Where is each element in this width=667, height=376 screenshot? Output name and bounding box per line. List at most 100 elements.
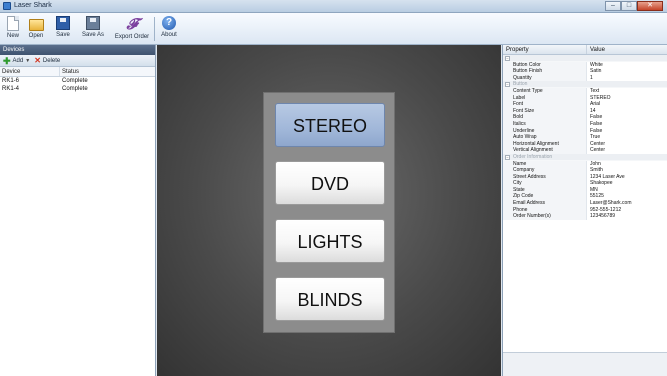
property-name: Label — [503, 94, 587, 102]
property-name: Button Color — [503, 61, 587, 69]
property-row[interactable]: Company Smith — [503, 167, 667, 174]
devices-grid-header: Device Status — [0, 67, 155, 77]
property-name: Phone — [503, 206, 587, 214]
property-value[interactable]: Satin — [587, 68, 667, 75]
property-value[interactable]: 952-555-1212 — [587, 207, 667, 214]
close-button[interactable]: ✕ — [637, 1, 663, 11]
export-order-button[interactable]: 𝓕 Export Order — [113, 15, 151, 43]
save-as-label: Save As — [81, 32, 104, 38]
property-row[interactable]: Horizontal Alignment Center — [503, 140, 667, 148]
property-grid: Property Value − Button Color White Button … — [502, 45, 667, 376]
property-row[interactable]: Email Address Laser@Shark.com — [503, 200, 667, 207]
about-button[interactable]: ? About — [158, 15, 180, 43]
new-button[interactable]: New — [4, 15, 22, 43]
property-value[interactable]: 1 — [587, 75, 667, 82]
chevron-down-icon: ▼ — [25, 57, 31, 64]
property-value[interactable]: 123456789 — [587, 213, 667, 220]
property-value[interactable]: 55125 — [587, 193, 667, 200]
property-row[interactable]: Label STEREO — [503, 94, 667, 102]
property-row[interactable]: Button Finish Satin — [503, 68, 667, 75]
property-row[interactable]: Content Type Text — [503, 87, 667, 95]
export-order-icon: 𝓕 — [126, 15, 138, 33]
property-row[interactable]: Font Size 14 — [503, 107, 667, 115]
property-row[interactable]: Quantity 1 — [503, 74, 667, 82]
keypad-button-lights[interactable]: LIGHTS — [275, 219, 385, 263]
property-name: Street Address — [503, 173, 587, 181]
property-name: Auto Wrap — [503, 134, 587, 141]
keypad-button-stereo[interactable]: STEREO — [275, 103, 385, 147]
property-name: Bold — [503, 114, 587, 121]
property-value[interactable]: 1234 Laser Ave — [587, 174, 667, 181]
keypad-preview: STEREO DVD LIGHTS BLINDS — [263, 92, 395, 333]
property-value[interactable]: White — [587, 62, 667, 69]
property-row[interactable]: Zip Code 55125 — [503, 193, 667, 201]
property-value[interactable]: STEREO — [587, 95, 667, 102]
keypad-button-blinds[interactable]: BLINDS — [275, 277, 385, 321]
about-icon: ? — [162, 16, 176, 30]
property-value[interactable]: True — [587, 134, 667, 141]
property-row[interactable]: Auto Wrap True — [503, 134, 667, 141]
property-value[interactable]: False — [587, 128, 667, 135]
property-row[interactable]: Order Number(s) 123456789 — [503, 213, 667, 220]
property-name: Name — [503, 160, 587, 168]
property-value[interactable]: Laser@Shark.com — [587, 200, 667, 207]
about-label: About — [161, 32, 177, 38]
delete-label: Delete — [42, 57, 61, 64]
property-list: − Button Color White Button Finish Satin Quan… — [503, 55, 667, 220]
property-value[interactable]: 14 — [587, 108, 667, 115]
property-row[interactable]: Street Address 1234 Laser Ave — [503, 173, 667, 181]
minimize-button[interactable]: – — [605, 1, 621, 11]
property-name: Vertical Alignment — [503, 147, 587, 154]
column-header-status[interactable]: Status — [60, 67, 155, 76]
property-value[interactable]: MN — [587, 187, 667, 194]
property-value[interactable]: Smith — [587, 167, 667, 174]
main-toolbar: New Open Save Save As 𝓕 Export Order ? A… — [0, 13, 667, 45]
property-value[interactable]: Arial — [587, 101, 667, 108]
property-row[interactable]: Italics False — [503, 120, 667, 128]
save-as-button[interactable]: Save As — [76, 15, 110, 43]
property-description-pane — [503, 352, 667, 376]
window-title: Laser Shark — [14, 2, 52, 9]
save-button[interactable]: Save — [52, 15, 74, 43]
collapse-icon[interactable]: − — [505, 82, 510, 88]
property-row[interactable]: State MN — [503, 186, 667, 194]
property-value[interactable]: Shakopee — [587, 180, 667, 187]
collapse-icon[interactable]: − — [505, 154, 510, 160]
property-category[interactable]: − Button — [503, 81, 667, 88]
property-row[interactable]: Button Color White — [503, 61, 667, 69]
category-label: Order Information — [513, 153, 553, 160]
property-row[interactable]: City Shakopee — [503, 180, 667, 187]
table-row[interactable]: RK1-6 Complete — [0, 77, 155, 85]
column-header-device[interactable]: Device — [0, 67, 60, 76]
design-canvas: STEREO DVD LIGHTS BLINDS — [157, 45, 501, 376]
devices-panel: Devices ✚ Add ▼ ✕ Delete Device Status R… — [0, 45, 156, 376]
property-value[interactable]: Text — [587, 88, 667, 95]
property-row[interactable]: Phone 952-555-1212 — [503, 206, 667, 214]
property-value[interactable]: Center — [587, 141, 667, 148]
property-value[interactable]: John — [587, 161, 667, 168]
devices-header: Devices — [0, 45, 155, 55]
status-cell: Complete — [62, 86, 88, 92]
devices-toolbar: ✚ Add ▼ ✕ Delete — [0, 55, 155, 67]
property-row[interactable]: Name John — [503, 160, 667, 168]
app-icon — [3, 2, 11, 10]
property-value[interactable]: Center — [587, 147, 667, 154]
table-row[interactable]: RK1-4 Complete — [0, 85, 155, 93]
property-name: City — [503, 180, 587, 187]
property-row[interactable]: Underline False — [503, 127, 667, 135]
property-row[interactable]: Bold False — [503, 114, 667, 121]
property-category[interactable]: − Order Information — [503, 153, 667, 161]
property-row[interactable]: Font Arial — [503, 101, 667, 108]
collapse-icon[interactable]: − — [505, 56, 510, 61]
delete-device-button[interactable]: ✕ Delete — [34, 56, 61, 65]
property-name: Font — [503, 101, 587, 108]
property-row[interactable]: Vertical Alignment Center — [503, 147, 667, 154]
property-value[interactable]: False — [587, 114, 667, 121]
add-device-button[interactable]: ✚ Add ▼ — [3, 56, 31, 65]
maximize-button[interactable]: □ — [621, 1, 637, 11]
property-category[interactable]: − — [503, 55, 667, 62]
property-value[interactable]: False — [587, 121, 667, 128]
device-cell: RK1-4 — [2, 86, 20, 92]
keypad-button-dvd[interactable]: DVD — [275, 161, 385, 205]
open-button[interactable]: Open — [24, 15, 48, 43]
